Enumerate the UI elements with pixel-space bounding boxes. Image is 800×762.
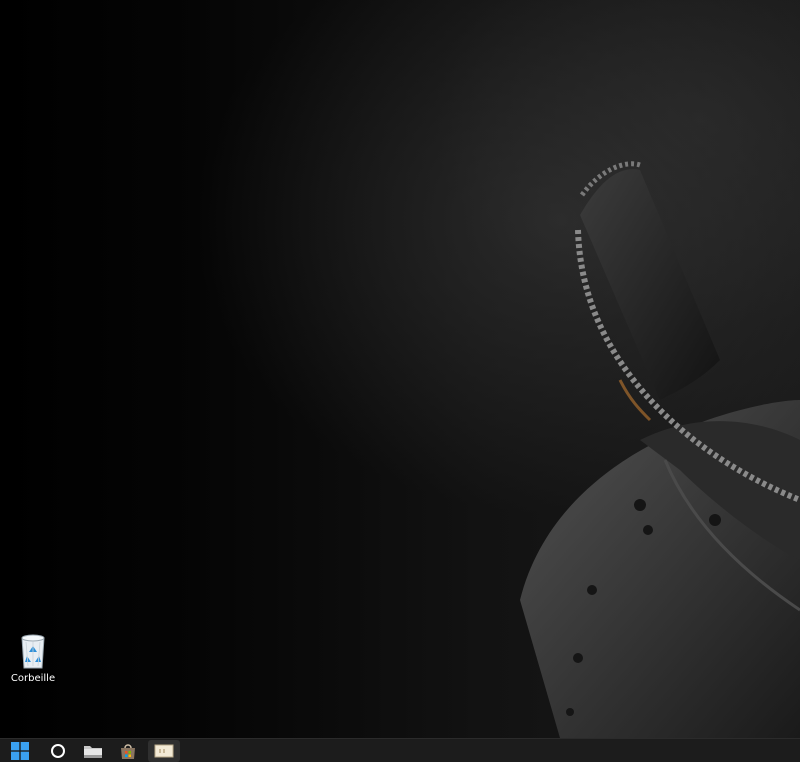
desktop-icon-recycle-bin[interactable]: Corbeille: [6, 632, 60, 692]
recycle-bin-label: Corbeille: [10, 673, 56, 684]
start-button[interactable]: [4, 740, 36, 762]
search-icon: [51, 744, 65, 758]
app-window-button[interactable]: [148, 740, 180, 762]
app-window-icon: [154, 744, 174, 758]
store-button[interactable]: [112, 740, 144, 762]
wallpaper-knight-helmet: [520, 161, 800, 738]
desktop[interactable]: Corbeille: [0, 0, 800, 762]
file-explorer-icon: [84, 746, 102, 758]
taskbar: [0, 738, 800, 762]
recycle-bin-icon: [21, 634, 45, 669]
search-button[interactable]: [42, 740, 74, 762]
store-bag-icon: [121, 744, 135, 759]
file-explorer-button[interactable]: [77, 740, 109, 762]
windows-start-icon: [11, 742, 29, 760]
